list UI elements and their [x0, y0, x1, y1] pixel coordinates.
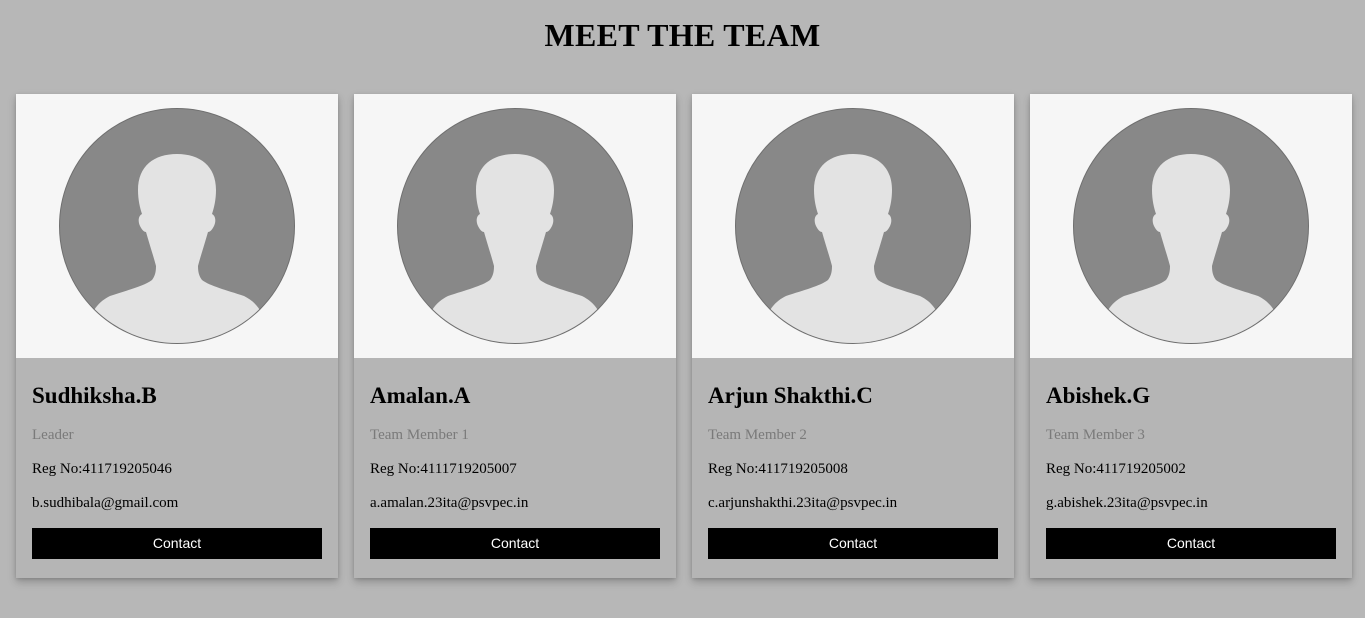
member-name: Amalan.A — [370, 383, 471, 408]
member-reg-number: Reg No:411719205046 — [32, 461, 172, 477]
member-email: g.abishek.23ita@psvpec.in — [1046, 495, 1208, 511]
member-name: Sudhiksha.B — [32, 383, 157, 408]
member-name: Arjun Shakthi.C — [708, 383, 873, 408]
team-member-card: Sudhiksha.B Leader Reg No:411719205046 b… — [16, 94, 338, 578]
member-role: Team Member 1 — [370, 427, 469, 443]
contact-button[interactable]: Contact — [1046, 528, 1336, 559]
default-avatar-icon — [735, 108, 971, 344]
member-role: Leader — [32, 427, 74, 443]
member-reg-number: Reg No:4111719205007 — [370, 461, 517, 477]
member-photo — [692, 94, 1014, 358]
team-member-card: Amalan.A Team Member 1 Reg No:4111719205… — [354, 94, 676, 578]
team-member-card: Abishek.G Team Member 3 Reg No:411719205… — [1030, 94, 1352, 578]
page-title: MEET THE TEAM — [544, 17, 821, 53]
contact-button[interactable]: Contact — [708, 528, 998, 559]
default-avatar-icon — [59, 108, 295, 344]
member-email: a.amalan.23ita@psvpec.in — [370, 495, 529, 511]
member-reg-number: Reg No:411719205002 — [1046, 461, 1186, 477]
member-role: Team Member 3 — [1046, 427, 1145, 443]
contact-button[interactable]: Contact — [32, 528, 322, 559]
team-member-card: Arjun Shakthi.C Team Member 2 Reg No:411… — [692, 94, 1014, 578]
member-email: b.sudhibala@gmail.com — [32, 495, 179, 511]
contact-button[interactable]: Contact — [370, 528, 660, 559]
default-avatar-icon — [397, 108, 633, 344]
member-photo — [354, 94, 676, 358]
default-avatar-icon — [1073, 108, 1309, 344]
member-reg-number: Reg No:411719205008 — [708, 461, 848, 477]
member-photo — [1030, 94, 1352, 358]
member-role: Team Member 2 — [708, 427, 807, 443]
team-cards: Sudhiksha.B Leader Reg No:411719205046 b… — [16, 94, 1352, 578]
member-name: Abishek.G — [1046, 383, 1151, 408]
member-photo — [16, 94, 338, 358]
member-email: c.arjunshakthi.23ita@psvpec.in — [708, 495, 898, 511]
